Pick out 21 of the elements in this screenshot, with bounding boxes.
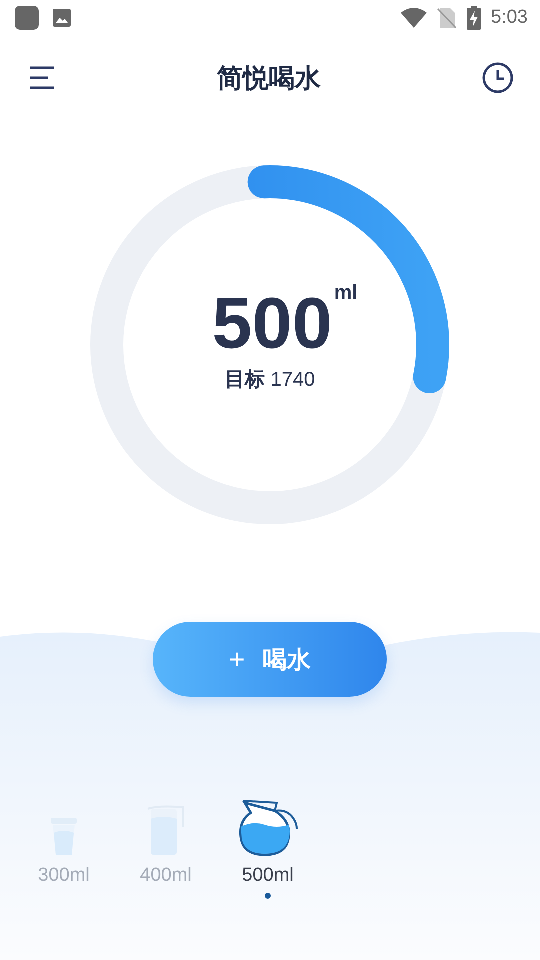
app-icon [14,5,40,31]
drink-button[interactable]: + 喝水 [153,622,387,697]
cup-icon [49,817,79,857]
amount-unit: ml [334,282,358,304]
status-time: 5:03 [491,7,528,29]
goal-label: 目标 [224,368,265,392]
image-icon [52,8,72,28]
app-title: 简悦喝水 [217,62,321,94]
clock-icon [482,62,514,94]
water-amount: 500 [212,288,332,360]
wifi-icon [401,8,428,28]
goal-value: 1740 [270,368,316,392]
cup-size-option[interactable]: 500ml [224,797,312,899]
pitcher-icon [145,805,187,857]
cup-size-option[interactable]: 400ml [122,797,210,899]
menu-icon [28,65,56,91]
history-button[interactable] [480,60,516,96]
cup-size-option[interactable]: 300ml [20,797,108,899]
no-sim-icon [437,7,458,29]
kettle-icon [237,799,299,857]
battery-charging-icon [467,6,482,30]
